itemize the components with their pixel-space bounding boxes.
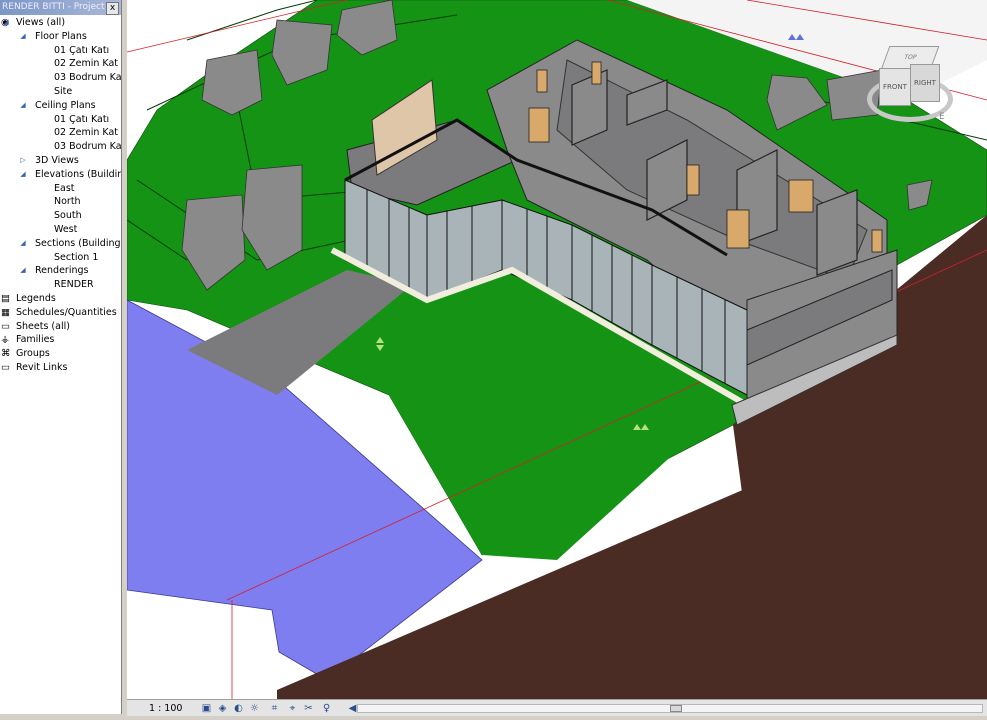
temporary-hide-icon[interactable]: ♀ <box>321 703 332 714</box>
viewcube-right[interactable]: RIGHT <box>910 64 940 102</box>
tree-item[interactable]: 03 Bodrum Kat <box>54 71 122 84</box>
viewcube[interactable]: TOP FRONT RIGHT E <box>865 46 955 130</box>
families-icon: ⚶ <box>1 334 10 346</box>
tree-item[interactable]: 02 Zemin Kat <box>54 126 118 139</box>
tree-item[interactable]: ◢ Renderings <box>20 264 89 277</box>
tree-item-label: RENDER <box>54 279 94 291</box>
tree-item-label: 02 Zemin Kat <box>54 58 119 70</box>
collapse-arrow-icon[interactable]: ◢ <box>19 168 27 181</box>
3d-viewport[interactable]: TOP FRONT RIGHT E <box>127 0 987 699</box>
tree-item[interactable]: ▭ Revit Links <box>1 361 68 374</box>
visual-style-icon[interactable]: ◈ <box>217 703 228 714</box>
tree-item[interactable]: 01 Çatı Katı <box>54 113 109 126</box>
tree-item-label: Elevations (Building Elevation) <box>35 168 121 180</box>
collapse-arrow-icon[interactable]: ◢ <box>19 237 27 250</box>
viewcube-top-label: TOP <box>902 54 918 61</box>
view-control-bar: 1 : 100 ▣ ◈ ◐ ☼ ⌗ ⌖ ✂ ♀ ◀ <box>127 699 987 717</box>
tree-item[interactable]: 02 Zemin Kat <box>54 57 118 70</box>
tree-item-label: 03 Bodrum Kat <box>54 141 122 153</box>
tree-item-label: Sheets (all) <box>16 320 70 332</box>
viewcube-front[interactable]: FRONT <box>879 68 911 106</box>
groups-icon: ⌘ <box>1 348 11 360</box>
view-scale[interactable]: 1 : 100 <box>149 702 182 715</box>
detail-level-icon[interactable]: ▣ <box>201 703 212 714</box>
tree-item[interactable]: Site <box>54 85 72 98</box>
collapse-arrow-icon[interactable]: ◢ <box>19 99 27 112</box>
show-crop-icon[interactable]: ⌖ <box>287 703 298 714</box>
tree-item[interactable]: ◢ Sections (Building Section) <box>20 237 121 250</box>
tree-item-label: 03 Bodrum Kat <box>54 72 122 84</box>
tree-item[interactable]: ◢ Floor Plans <box>20 30 87 43</box>
tree-item[interactable]: West <box>54 223 77 236</box>
tree-item-label: East <box>54 182 75 194</box>
tree-item-label: Site <box>54 86 73 97</box>
tree-item[interactable]: ◢ Elevations (Building Elevation) <box>20 168 121 181</box>
link-icon: ▭ <box>1 362 10 373</box>
sun-path-icon[interactable]: ☼ <box>249 703 260 714</box>
tree-item[interactable]: ⚶ Families <box>1 333 55 346</box>
tree-item-label: Groups <box>16 348 50 360</box>
sheet-icon: ▭ <box>1 320 10 332</box>
shadows-icon[interactable]: ◐ <box>233 703 244 714</box>
tree-item-label: Views (all) <box>16 17 66 28</box>
viewcube-front-label: FRONT <box>883 83 907 91</box>
tree-item-label: Floor Plans <box>35 30 87 42</box>
tree-item[interactable]: ▤ Legends <box>1 292 56 305</box>
legend-icon: ▤ <box>1 293 10 304</box>
tree-item-label: Revit Links <box>16 362 68 373</box>
tree-item-label: 3D Views <box>35 155 79 166</box>
project-browser: RENDER BITTI - Project x ◢ ◉ Views (all) ◢ F… <box>0 0 122 714</box>
tree-item-label: 02 Zemin Kat <box>54 127 119 139</box>
project-browser-title-text: RENDER BITTI - Project <box>2 2 105 12</box>
tree-item[interactable]: ▦ Schedules/Quantities <box>1 306 117 319</box>
tree-item-label: Ceiling Plans <box>35 99 96 111</box>
viewcube-right-label: RIGHT <box>914 79 936 87</box>
tree-item[interactable]: Section 1 <box>54 251 98 264</box>
tree-item-label: Sections (Building Section) <box>35 237 121 249</box>
tree-item-label: North <box>54 196 81 208</box>
3d-model-canvas[interactable] <box>127 0 987 699</box>
tree-item[interactable]: ◢ ◉ Views (all) <box>1 16 66 29</box>
tree-item-label: Schedules/Quantities <box>16 306 117 318</box>
window-bottom-edge <box>0 716 987 720</box>
collapse-arrow-icon[interactable]: ◢ <box>2 16 10 29</box>
compass-label: E <box>939 112 945 122</box>
tree-item-label: Renderings <box>35 265 89 277</box>
tree-item[interactable]: North <box>54 195 81 208</box>
tree-item-label: Section 1 <box>54 251 99 263</box>
collapse-arrow-icon[interactable]: ◢ <box>19 30 27 43</box>
expand-arrow-icon[interactable]: ▷ <box>19 154 27 167</box>
tree-item-label: Legends <box>16 293 56 304</box>
tree-item-label: Families <box>16 334 55 346</box>
tree-item[interactable]: 03 Bodrum Kat <box>54 140 122 153</box>
tree-item[interactable]: ◢ Ceiling Plans <box>20 99 96 112</box>
project-browser-title: RENDER BITTI - Project x <box>0 0 121 15</box>
tree-item[interactable]: ▷ 3D Views <box>20 154 79 167</box>
tree-item[interactable]: South <box>54 209 82 222</box>
tree-item[interactable]: ▭ Sheets (all) <box>1 320 70 333</box>
scrollbar-thumb[interactable] <box>670 705 682 712</box>
tree-item[interactable]: ⌘ Groups <box>1 347 50 360</box>
crop-icon[interactable]: ⌗ <box>269 703 280 714</box>
collapse-arrow-icon[interactable]: ◢ <box>19 264 27 277</box>
unlock-3d-icon[interactable]: ✂ <box>303 703 314 714</box>
horizontal-scrollbar[interactable] <box>357 704 983 713</box>
tree-item-label: 01 Çatı Katı <box>54 44 110 56</box>
tree-item[interactable]: 01 Çatı Katı <box>54 44 109 57</box>
close-icon[interactable]: x <box>106 2 119 15</box>
tree-item-label: South <box>54 210 82 222</box>
tree-item[interactable]: RENDER <box>54 278 94 291</box>
tree-item[interactable]: East <box>54 182 75 195</box>
schedule-icon: ▦ <box>1 306 10 318</box>
tree-item-label: 01 Çatı Katı <box>54 113 110 125</box>
tree-item-label: West <box>54 224 78 235</box>
